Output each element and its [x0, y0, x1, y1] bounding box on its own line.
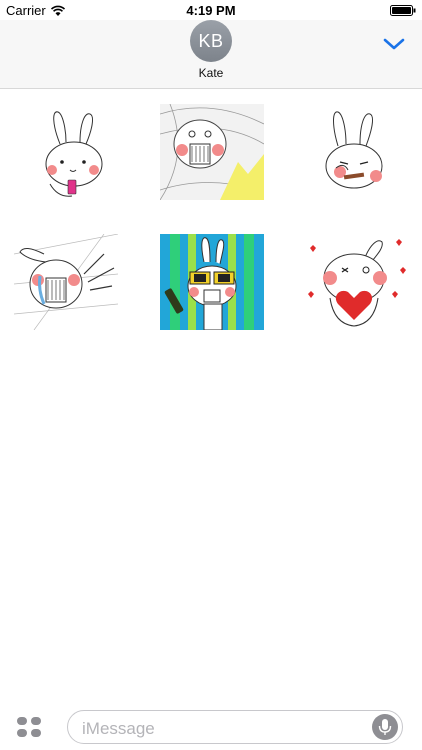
avatar[interactable]: KB: [190, 20, 232, 62]
imessage-sticker-screen: Carrier 4:19 PM KB Kate iMessage: [0, 0, 422, 750]
sticker-bunny-waving-phone[interactable]: [22, 104, 126, 200]
clock-time: 4:19 PM: [186, 3, 236, 18]
sticker-bunny-crying-reaching[interactable]: [14, 234, 118, 330]
battery-icon: [390, 5, 416, 16]
conversation-header: KB Kate: [0, 20, 422, 89]
sticker-bunny-smoking-cigar[interactable]: [300, 104, 404, 200]
sticker-bunny-screaming-swirl[interactable]: [160, 104, 264, 200]
contact-name[interactable]: Kate: [0, 66, 422, 80]
sticker-bunny-sunglasses-champagne[interactable]: [160, 234, 264, 330]
status-bar: Carrier 4:19 PM: [0, 0, 422, 20]
message-input-bar: iMessage: [0, 700, 422, 750]
chevron-down-icon[interactable]: [382, 34, 406, 54]
sticker-bunny-heart-hands[interactable]: [304, 234, 408, 330]
microphone-icon: [378, 719, 392, 735]
message-placeholder: iMessage: [82, 719, 155, 738]
message-input[interactable]: iMessage: [67, 710, 403, 744]
microphone-button[interactable]: [372, 714, 398, 740]
apps-icon[interactable]: [16, 716, 42, 738]
